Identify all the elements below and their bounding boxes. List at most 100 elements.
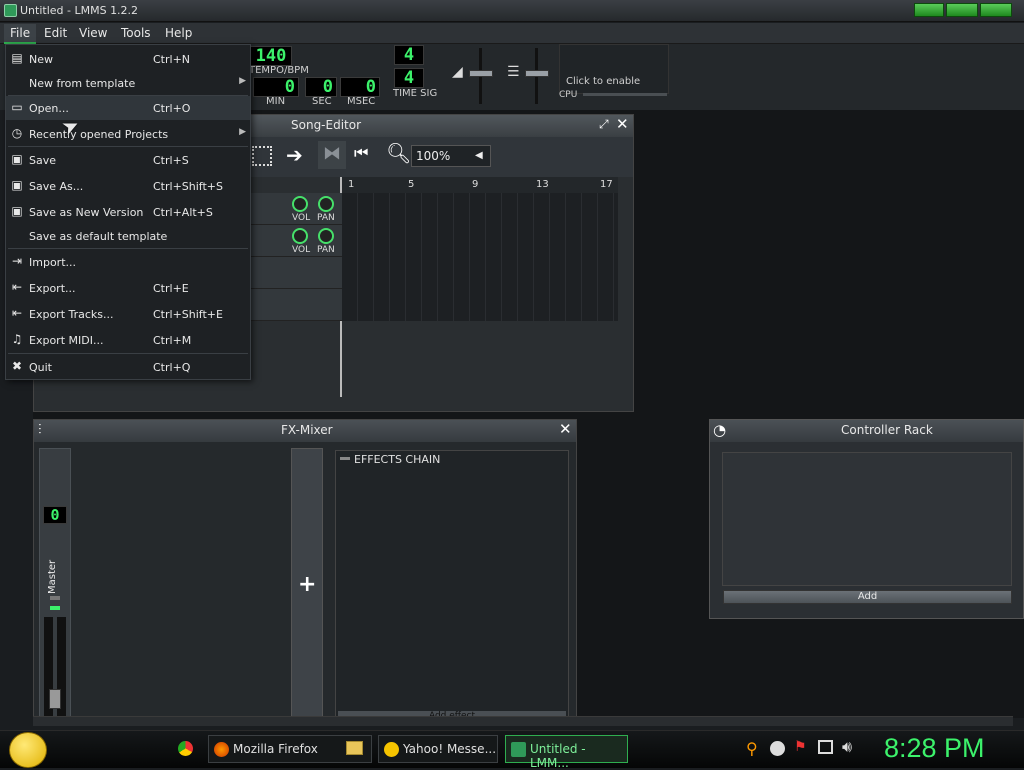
workspace-scrollbar[interactable] [33,716,1013,726]
file-menu-item-new[interactable]: ▤ New Ctrl+N [6,47,250,71]
fx-mixer-titlebar[interactable]: ⫶ FX-Mixer ✕ [34,420,576,442]
open-folder-icon: ▭ [11,100,23,114]
network-icon[interactable] [818,740,833,754]
master-label: Master [47,559,58,594]
master-fader[interactable] [49,689,61,709]
search-icon[interactable]: ⚲ [746,739,758,758]
minutes-label: MIN [266,96,286,107]
master-pitch-slider[interactable] [525,70,549,77]
task-lmms[interactable]: Untitled - LMM... [505,735,628,770]
file-menu-dropdown: ▤ New Ctrl+N New from template ▶ ▭ Open... Ctrl… [5,44,251,380]
cpu-graph[interactable]: Click to enable [559,44,669,94]
close-window-button[interactable] [980,3,1012,17]
file-menu-item-recently-opened-projects[interactable]: ◷ Recently opened Projects ▶ [6,122,250,146]
milliseconds-label: MSEC [347,96,376,107]
menu-item-shortcut: Ctrl+S [153,154,189,167]
export-icon: ⇤ [11,280,23,294]
menu-view[interactable]: View [79,26,107,40]
start-smiley-icon[interactable] [9,732,47,768]
song-grid[interactable] [342,193,618,321]
menu-separator [8,353,248,354]
submenu-arrow-icon: ▶ [239,127,246,137]
rewind-icon[interactable]: ⏮ [354,143,368,163]
file-menu-item-export-midi[interactable]: ♫ Export MIDI... Ctrl+M [6,328,250,352]
menu-item-shortcut: Ctrl+Shift+E [153,308,223,321]
time-sig-label: TIME SIG [393,88,438,99]
folder-icon[interactable] [346,741,363,755]
controller-rack-window: ◔ Controller Rack Add [709,419,1024,619]
zoom-select[interactable]: 100% ◀ [411,145,491,167]
file-menu-item-save-as-new-version[interactable]: ▣ Save as New Version Ctrl+Alt+S [6,200,250,224]
add-channel-button[interactable]: + [291,448,323,718]
export-tracks-icon: ⇤ [11,306,23,320]
firefox-icon [214,742,229,757]
menu-bar: File Edit View Tools Help [0,23,1024,44]
master-channel-strip[interactable]: 0 Master [39,448,71,718]
vol-label: VOL [292,245,311,255]
bar-marker: 5 [408,179,415,190]
menu-separator [8,95,248,96]
file-menu-item-open[interactable]: ▭ Open... Ctrl+O [6,96,250,120]
bar-marker: 1 [348,179,355,190]
tempo-lcd[interactable]: 140 [250,46,292,66]
menu-item-label: Quit [29,361,52,374]
time-sig-numerator-lcd[interactable]: 4 [394,45,424,65]
close-icon[interactable]: ✕ [616,115,629,133]
timeline-ruler[interactable]: 1 5 9 13 17 [342,177,618,193]
time-sig-denominator-lcd[interactable]: 4 [394,68,424,88]
toggle-icon[interactable]: ⧓ [318,141,346,169]
menu-tools[interactable]: Tools [121,26,151,40]
menu-item-label: Export... [29,282,76,295]
menu-item-shortcut: Ctrl+E [153,282,189,295]
mute-led[interactable] [50,596,60,600]
menu-item-shortcut: Ctrl+Q [153,361,191,374]
controller-rack-titlebar[interactable]: ◔ Controller Rack [710,420,1023,442]
volume-icon[interactable]: 🔊︎ [842,737,852,757]
controller-knob-icon: ◔ [713,421,727,439]
bar-marker: 17 [600,179,613,190]
file-menu-item-save-as[interactable]: ▣ Save As... Ctrl+Shift+S [6,174,250,198]
pan-knob[interactable] [318,228,334,244]
volume-knob[interactable] [292,196,308,212]
file-menu-item-save[interactable]: ▣ Save Ctrl+S [6,148,250,172]
file-menu-item-new-from-template[interactable]: New from template ▶ [6,71,250,95]
menu-help[interactable]: Help [165,26,192,40]
file-menu-item-export[interactable]: ⇤ Export... Ctrl+E [6,276,250,300]
task-label: Mozilla Firefox [233,742,318,756]
chrome-icon[interactable] [178,741,193,756]
volume-knob[interactable] [292,228,308,244]
maximize-button[interactable] [946,3,978,17]
bar-marker: 13 [536,179,549,190]
solo-led[interactable] [50,606,60,610]
menu-item-label: Recently opened Projects [29,128,169,141]
move-arrow-icon[interactable]: ➔ [286,143,303,167]
master-volume-slider[interactable] [469,70,493,77]
effects-toggle-led[interactable] [340,457,350,460]
menu-file[interactable]: File [4,24,37,44]
fx-mixer-window: ⫶ FX-Mixer ✕ 0 Master + EFFECTS CHAIN Ad… [33,419,577,719]
menu-separator [8,146,248,147]
add-controller-button[interactable]: Add [723,590,1012,604]
pan-knob[interactable] [318,196,334,212]
file-menu-item-quit[interactable]: ✖ Quit Ctrl+Q [6,355,250,379]
fx-mixer-title: FX-Mixer [281,423,333,437]
messenger-tray-icon[interactable] [770,741,785,756]
task-label: Yahoo! Messe... [403,742,497,756]
menu-item-label: Import... [29,256,76,269]
file-menu-item-export-tracks[interactable]: ⇤ Export Tracks... Ctrl+Shift+E [6,302,250,326]
menu-edit[interactable]: Edit [44,26,67,40]
bar-marker: 9 [472,179,479,190]
close-icon[interactable]: ✕ [559,420,572,438]
chevron-left-icon: ◀ [475,150,483,161]
file-menu-item-import[interactable]: ⇥ Import... [6,250,250,274]
submenu-arrow-icon: ▶ [239,76,246,86]
pan-label: PAN [317,213,335,223]
file-menu-item-save-as-default-template[interactable]: Save as default template [6,224,250,248]
save-as-icon: ▣ [11,178,23,192]
maximize-icon[interactable]: ⤢ [599,117,609,132]
minimize-button[interactable] [914,3,944,17]
task-yahoo-messenger[interactable]: Yahoo! Messe... [378,735,498,763]
flag-icon[interactable]: ⚑ [794,739,807,755]
select-mode-icon[interactable] [252,146,272,166]
menu-item-label: Export MIDI... [29,334,104,347]
